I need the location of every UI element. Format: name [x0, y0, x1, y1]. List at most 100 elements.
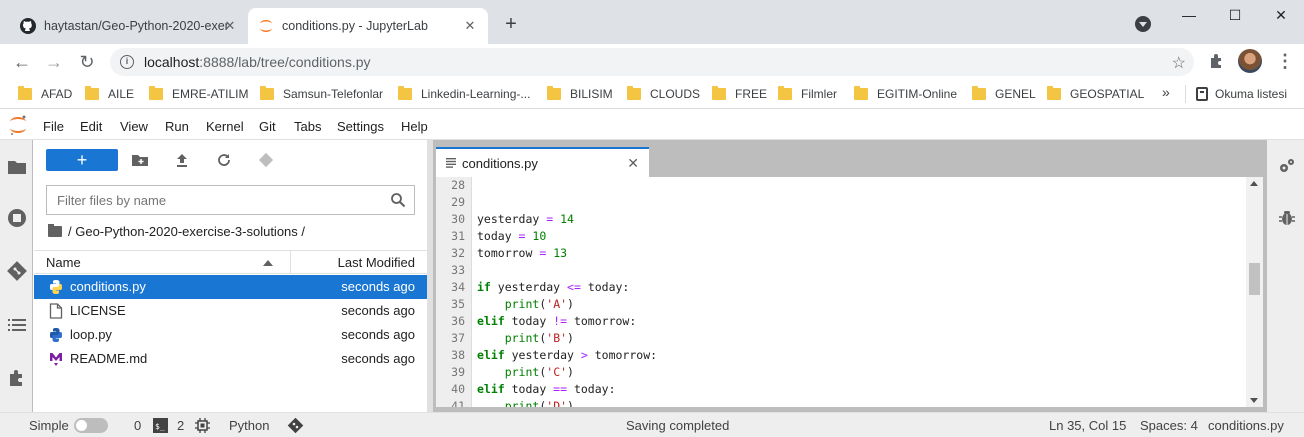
maximize-button[interactable]: ☐	[1212, 0, 1258, 30]
bookmark-folder[interactable]: GEOSPATIAL	[1047, 85, 1144, 103]
code-line[interactable]: print('D')	[477, 399, 574, 407]
terminal-icon[interactable]: $_	[153, 418, 168, 433]
bookmark-folder[interactable]: CLOUDS	[627, 85, 700, 103]
file-name: loop.py	[70, 327, 112, 342]
code-line[interactable]: yesterday = 14	[477, 212, 574, 226]
running-sessions-icon[interactable]	[7, 208, 27, 228]
kernel-name[interactable]: Python	[229, 418, 269, 433]
bookmark-folder[interactable]: Filmler	[778, 85, 837, 103]
file-row-license[interactable]: LICENSE seconds ago	[34, 299, 427, 323]
browser-tab-strip: haytastan/Geo-Python-2020-exercise-3-sol…	[0, 0, 1304, 44]
bookmark-folder[interactable]: AFAD	[18, 85, 72, 103]
code-line[interactable]: elif today != tomorrow:	[477, 314, 636, 328]
menu-help[interactable]: Help	[401, 119, 428, 134]
profile-avatar[interactable]	[1238, 49, 1262, 73]
code-line[interactable]: elif today == today:	[477, 382, 616, 396]
menu-settings[interactable]: Settings	[337, 119, 384, 134]
browser-tab-github[interactable]: haytastan/Geo-Python-2020-exercise-3-sol…	[10, 8, 248, 44]
reload-icon[interactable]: ↻	[75, 50, 99, 74]
code-token: 13	[553, 246, 568, 260]
browser-tab-jupyterlab[interactable]: conditions.py - JupyterLab ✕	[248, 8, 488, 44]
bookmark-folder[interactable]: Samsun-Telefonlar	[260, 85, 383, 103]
close-editor-tab-icon[interactable]: ✕	[627, 155, 639, 172]
tab-search-icon[interactable]	[1135, 16, 1151, 32]
editor-tab-conditions-py[interactable]: conditions.py ✕	[436, 147, 649, 177]
bookmark-folder[interactable]: EMRE-ATILIM	[149, 85, 248, 103]
editor-scrollbar[interactable]	[1246, 177, 1263, 407]
file-browser-tab-icon[interactable]	[7, 156, 27, 176]
file-modified: seconds ago	[341, 351, 415, 366]
new-folder-icon[interactable]	[132, 152, 148, 168]
column-modified-header[interactable]: Last Modified	[338, 255, 415, 270]
github-icon	[20, 18, 36, 34]
bookmark-folder[interactable]: EGITIM-Online	[854, 85, 957, 103]
forward-arrow-icon[interactable]: →	[42, 50, 66, 74]
file-row-loop-py[interactable]: loop.py seconds ago	[34, 323, 427, 347]
address-bar[interactable]: i localhost:8888/lab/tree/conditions.py …	[110, 48, 1194, 76]
menu-file[interactable]: File	[43, 119, 64, 134]
git-clone-icon[interactable]	[258, 152, 274, 168]
scroll-up-arrow[interactable]	[1250, 181, 1258, 186]
refresh-icon[interactable]	[216, 152, 232, 168]
reading-list-button[interactable]: Okuma listesi	[1185, 85, 1287, 103]
file-filter-input[interactable]: Filter files by name	[46, 185, 415, 215]
git-icon[interactable]	[7, 261, 27, 281]
close-window-button[interactable]: ✕	[1258, 0, 1304, 30]
extension-manager-icon[interactable]	[7, 368, 27, 388]
property-inspector-gears-icon[interactable]	[1278, 157, 1296, 175]
indentation-setting[interactable]: Spaces: 4	[1140, 418, 1198, 433]
menu-run[interactable]: Run	[165, 119, 189, 134]
more-menu-icon[interactable]: ⋮	[1276, 50, 1294, 72]
extensions-puzzle-icon[interactable]	[1208, 52, 1226, 70]
home-folder-icon[interactable]	[48, 224, 62, 237]
file-row-readme-md[interactable]: README.md seconds ago	[34, 347, 427, 371]
column-divider[interactable]	[290, 251, 291, 274]
menu-git[interactable]: Git	[259, 119, 276, 134]
code-line[interactable]: today = 10	[477, 229, 546, 243]
site-info-icon[interactable]: i	[120, 55, 134, 69]
scroll-down-arrow[interactable]	[1250, 398, 1258, 403]
file-row-conditions-py[interactable]: conditions.py seconds ago	[34, 275, 427, 299]
reading-list-icon	[1196, 87, 1208, 101]
bookmark-folder[interactable]: GENEL	[972, 85, 1036, 103]
close-tab-icon[interactable]: ✕	[462, 18, 478, 34]
code-line[interactable]: if yesterday <= today:	[477, 280, 629, 294]
minimize-button[interactable]: —	[1166, 0, 1212, 30]
bookmark-star-icon[interactable]: ☆	[1172, 53, 1186, 73]
code-line[interactable]: print('A')	[477, 297, 574, 311]
back-arrow-icon[interactable]: ←	[10, 50, 34, 74]
scrollbar-thumb[interactable]	[1249, 263, 1260, 295]
menu-tabs[interactable]: Tabs	[294, 119, 321, 134]
file-list-header: Name Last Modified	[34, 250, 427, 274]
code-line[interactable]: print('C')	[477, 365, 574, 379]
menu-edit[interactable]: Edit	[80, 119, 102, 134]
menu-view[interactable]: View	[120, 119, 148, 134]
code-line[interactable]: print('B')	[477, 331, 574, 345]
bookmark-folder[interactable]: BILISIM	[547, 85, 613, 103]
breadcrumb-path[interactable]: / Geo-Python-2020-exercise-3-solutions /	[68, 224, 305, 239]
simple-mode-toggle[interactable]	[74, 418, 108, 433]
cursor-position[interactable]: Ln 35, Col 15	[1049, 418, 1126, 433]
bookmark-folder[interactable]: Linkedin-Learning-...	[398, 85, 530, 103]
upload-icon[interactable]	[174, 152, 190, 168]
new-tab-button[interactable]: +	[500, 14, 522, 36]
git-status-icon[interactable]	[287, 417, 304, 434]
kernel-count[interactable]: 2	[177, 418, 184, 433]
code-editor[interactable]: 28 29 30 31 32 33 34 35 36 37 38 39 40 41 yesterday =…	[436, 177, 1263, 407]
bookmark-folder[interactable]: FREE	[712, 85, 767, 103]
code-token: today	[477, 229, 519, 243]
bookmarks-overflow-button[interactable]: »	[1162, 84, 1170, 100]
table-of-contents-icon[interactable]	[7, 315, 27, 335]
terminal-count[interactable]: 0	[134, 418, 141, 433]
code-line[interactable]: tomorrow = 13	[477, 246, 567, 260]
code-line[interactable]: elif yesterday > tomorrow:	[477, 348, 657, 362]
kernel-chip-icon[interactable]	[195, 418, 210, 433]
menu-kernel[interactable]: Kernel	[206, 119, 244, 134]
debugger-bug-icon[interactable]	[1279, 209, 1295, 227]
bookmark-folder[interactable]: AILE	[85, 85, 134, 103]
close-tab-icon[interactable]: ✕	[222, 18, 238, 34]
sort-ascending-icon[interactable]	[263, 260, 273, 266]
new-launcher-button[interactable]: +	[46, 149, 118, 171]
column-name-header[interactable]: Name	[46, 255, 81, 270]
breadcrumb[interactable]: / Geo-Python-2020-exercise-3-solutions /	[48, 224, 305, 239]
